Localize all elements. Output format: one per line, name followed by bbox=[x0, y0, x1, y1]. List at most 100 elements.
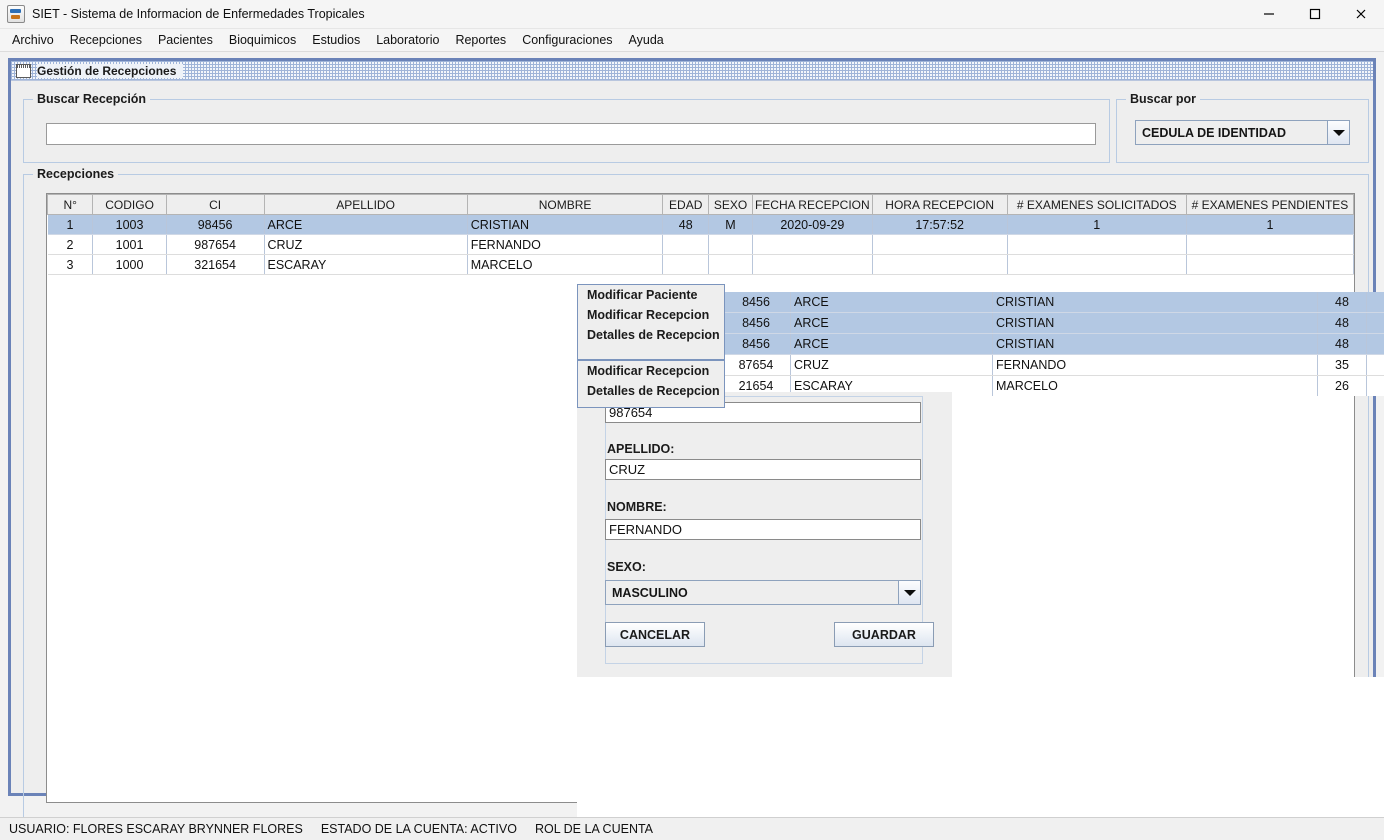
background-table-cell[interactable]: M bbox=[1366, 292, 1384, 313]
column-header-6[interactable]: SEXO bbox=[708, 194, 753, 215]
table-cell[interactable] bbox=[1007, 254, 1187, 275]
background-table[interactable]: 8456ARCECRISTIAN48M2020-09-8456ARCECRIST… bbox=[722, 292, 1384, 396]
menu-laboratorio[interactable]: Laboratorio bbox=[368, 31, 447, 49]
menu-reportes[interactable]: Reportes bbox=[447, 31, 514, 49]
background-table-cell[interactable]: 87654 bbox=[722, 354, 791, 376]
background-table-cell[interactable]: ARCE bbox=[790, 333, 993, 355]
table-cell[interactable]: ARCE bbox=[264, 214, 468, 235]
menu-bioquimicos[interactable]: Bioquimicos bbox=[221, 31, 304, 49]
background-table-body[interactable]: 8456ARCECRISTIAN48M2020-09-8456ARCECRIST… bbox=[722, 292, 1384, 396]
table-cell[interactable] bbox=[708, 254, 753, 275]
menu-item-detalles-recepcion[interactable]: Detalles de Recepcion bbox=[578, 325, 724, 345]
internal-frame-titlebar[interactable]: Gestión de Recepciones bbox=[11, 61, 1373, 81]
column-header-8[interactable]: HORA RECEPCION bbox=[871, 194, 1008, 215]
background-table-cell[interactable]: FERNANDO bbox=[992, 354, 1318, 376]
table-cell[interactable] bbox=[872, 254, 1008, 275]
table-cell[interactable]: M bbox=[708, 214, 753, 235]
menu-item-modificar-recepcion-2[interactable]: Modificar Recepcion bbox=[578, 361, 724, 381]
guardar-button[interactable]: GUARDAR bbox=[834, 622, 934, 647]
table-cell[interactable]: 2020-09-29 bbox=[752, 214, 873, 235]
table-cell[interactable]: CRUZ bbox=[264, 234, 468, 255]
column-header-2[interactable]: CI bbox=[165, 194, 265, 215]
table-cell[interactable]: CRISTIAN bbox=[467, 214, 664, 235]
menu-configuraciones[interactable]: Configuraciones bbox=[514, 31, 620, 49]
search-input[interactable] bbox=[46, 123, 1096, 145]
background-table-cell[interactable]: 8456 bbox=[722, 312, 791, 334]
background-table-cell[interactable]: CRISTIAN bbox=[992, 292, 1318, 313]
table-cell[interactable]: MARCELO bbox=[467, 254, 664, 275]
background-table-cell[interactable]: ARCE bbox=[790, 312, 993, 334]
column-header-7[interactable]: FECHA RECEPCION bbox=[751, 194, 873, 215]
background-table-cell[interactable]: MARCELO bbox=[992, 375, 1318, 396]
table-cell[interactable]: 1003 bbox=[92, 214, 167, 235]
table-cell[interactable]: 1001 bbox=[92, 234, 167, 255]
background-table-cell[interactable]: 48 bbox=[1317, 292, 1367, 313]
table-cell[interactable]: 3 bbox=[47, 254, 94, 275]
background-table-cell[interactable]: CRISTIAN bbox=[992, 333, 1318, 355]
table-cell[interactable]: 1000 bbox=[92, 254, 167, 275]
background-table-cell[interactable]: M bbox=[1366, 375, 1384, 396]
background-table-cell[interactable]: 8456 bbox=[722, 292, 791, 313]
background-table-row[interactable]: 87654CRUZFERNANDO35M2020-09- bbox=[722, 354, 1384, 376]
table-cell[interactable] bbox=[708, 234, 753, 255]
table-cell[interactable] bbox=[1186, 254, 1354, 275]
table-cell[interactable]: FERNANDO bbox=[467, 234, 664, 255]
background-recepciones-table[interactable]: 8456ARCECRISTIAN48M2020-09-8456ARCECRIST… bbox=[722, 292, 1384, 396]
table-cell[interactable]: 321654 bbox=[166, 254, 265, 275]
cancelar-button[interactable]: CANCELAR bbox=[605, 622, 705, 647]
column-header-9[interactable]: # EXAMENES SOLICITADOS bbox=[1006, 194, 1187, 215]
background-table-cell[interactable]: CRISTIAN bbox=[992, 312, 1318, 334]
table-cell[interactable]: 987654 bbox=[166, 234, 265, 255]
minimize-icon[interactable] bbox=[1246, 0, 1292, 28]
table-row[interactable]: 1 1003 98456 ARCE CRISTIAN 48 M 2020-09-29 17:57… bbox=[47, 214, 1354, 235]
table-cell[interactable]: 17:57:52 bbox=[872, 214, 1008, 235]
table-cell[interactable] bbox=[872, 234, 1008, 255]
background-table-cell[interactable]: CRUZ bbox=[790, 354, 993, 376]
table-cell[interactable]: 1 bbox=[1186, 214, 1354, 235]
table-cell[interactable]: 1 bbox=[1007, 214, 1187, 235]
column-header-0[interactable]: N° bbox=[47, 194, 94, 215]
column-header-1[interactable]: CODIGO bbox=[92, 194, 167, 215]
menu-archivo[interactable]: Archivo bbox=[4, 31, 62, 49]
background-table-cell[interactable]: 35 bbox=[1317, 354, 1367, 376]
menu-recepciones[interactable]: Recepciones bbox=[62, 31, 150, 49]
table-cell[interactable]: 2 bbox=[47, 234, 94, 255]
menu-item-modificar-recepcion[interactable]: Modificar Recepcion bbox=[578, 305, 724, 325]
table-cell[interactable] bbox=[1186, 234, 1354, 255]
maximize-icon[interactable] bbox=[1292, 0, 1338, 28]
table-cell[interactable] bbox=[662, 234, 710, 255]
background-table-row[interactable]: 8456ARCECRISTIAN48M2020-09- bbox=[722, 333, 1384, 355]
column-header-10[interactable]: # EXAMENES PENDIENTES bbox=[1185, 194, 1354, 215]
table-row[interactable]: 3 1000 321654 ESCARAY MARCELO bbox=[47, 254, 1354, 275]
nombre-field[interactable] bbox=[605, 519, 921, 540]
table-cell[interactable] bbox=[1007, 234, 1187, 255]
column-header-3[interactable]: APELLIDO bbox=[263, 194, 468, 215]
context-menu-recepcion[interactable]: Modificar Recepcion Detalles de Recepcio… bbox=[577, 360, 725, 408]
background-table-row[interactable]: 8456ARCECRISTIAN48M2020-09- bbox=[722, 292, 1384, 313]
background-table-cell[interactable]: 26 bbox=[1317, 375, 1367, 396]
background-table-cell[interactable]: M bbox=[1366, 312, 1384, 334]
table-cell[interactable]: 48 bbox=[662, 214, 710, 235]
sexo-combobox[interactable]: MASCULINO bbox=[605, 580, 921, 605]
background-table-cell[interactable]: 48 bbox=[1317, 333, 1367, 355]
table-cell[interactable] bbox=[752, 234, 873, 255]
search-by-combobox[interactable]: CEDULA DE IDENTIDAD bbox=[1135, 120, 1350, 145]
background-table-cell[interactable]: 48 bbox=[1317, 312, 1367, 334]
background-table-cell[interactable]: M bbox=[1366, 333, 1384, 355]
table-cell[interactable] bbox=[662, 254, 710, 275]
table-cell[interactable] bbox=[752, 254, 873, 275]
chevron-down-icon[interactable] bbox=[1327, 120, 1350, 145]
background-table-cell[interactable]: M bbox=[1366, 354, 1384, 376]
column-header-5[interactable]: EDAD bbox=[662, 194, 710, 215]
table-cell[interactable]: ESCARAY bbox=[264, 254, 468, 275]
table-cell[interactable]: 1 bbox=[47, 214, 94, 235]
menu-item-detalles-recepcion-2[interactable]: Detalles de Recepcion bbox=[578, 381, 724, 401]
menu-item-modificar-paciente[interactable]: Modificar Paciente bbox=[578, 285, 724, 305]
menu-estudios[interactable]: Estudios bbox=[304, 31, 368, 49]
menu-pacientes[interactable]: Pacientes bbox=[150, 31, 221, 49]
background-table-cell[interactable]: 8456 bbox=[722, 333, 791, 355]
apellido-field[interactable] bbox=[605, 459, 921, 480]
context-menu-paciente[interactable]: Modificar Paciente Modificar Recepcion D… bbox=[577, 284, 725, 360]
background-table-cell[interactable]: ARCE bbox=[790, 292, 993, 313]
column-header-4[interactable]: NOMBRE bbox=[466, 194, 664, 215]
